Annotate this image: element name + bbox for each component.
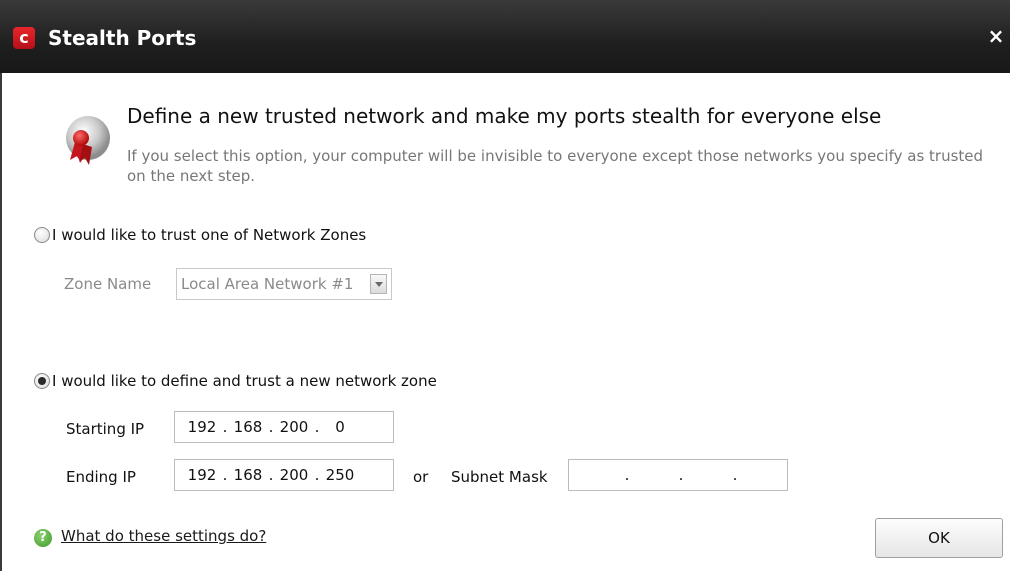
zone-name-label: Zone Name	[64, 275, 152, 293]
ip-separator: .	[268, 466, 274, 484]
ending-ip-octet[interactable]: 168	[231, 466, 265, 484]
chevron-down-icon[interactable]	[370, 274, 387, 294]
close-button[interactable]: ×	[986, 24, 1006, 48]
ending-ip-octet[interactable]: 250	[323, 466, 357, 484]
or-label: or	[413, 468, 429, 486]
question-icon[interactable]: ?	[34, 529, 52, 547]
header-title: Define a new trusted network and make my…	[127, 104, 882, 128]
subnet-mask-label: Subnet Mask	[451, 468, 548, 486]
ip-separator: .	[222, 418, 228, 436]
ip-separator: .	[314, 466, 320, 484]
define-new-zone-option[interactable]: I would like to define and trust a new n…	[34, 372, 437, 390]
ip-separator: .	[222, 466, 228, 484]
zone-name-value: Local Area Network #1	[181, 275, 354, 293]
ok-button[interactable]: OK	[875, 518, 1003, 558]
starting-ip-octet[interactable]: 0	[323, 418, 357, 436]
title-bar: c Stealth Ports ×	[0, 0, 1010, 73]
ip-separator: .	[624, 466, 630, 484]
subnet-mask-field[interactable]: . . .	[568, 459, 788, 491]
ending-ip-octet[interactable]: 192	[185, 466, 219, 484]
badge-icon	[66, 116, 110, 165]
starting-ip-octet[interactable]: 200	[277, 418, 311, 436]
stealth-ports-dialog: c Stealth Ports × Define a new trusted n…	[0, 0, 1010, 571]
help-link[interactable]: What do these settings do?	[61, 527, 266, 545]
starting-ip-label: Starting IP	[66, 420, 145, 438]
ip-separator: .	[732, 466, 738, 484]
ip-separator: .	[678, 466, 684, 484]
zone-name-select[interactable]: Local Area Network #1	[176, 268, 392, 300]
header-description: If you select this option, your computer…	[127, 147, 984, 185]
window-left-border	[0, 73, 2, 571]
starting-ip-octet[interactable]: 168	[231, 418, 265, 436]
trust-network-zone-radio[interactable]	[34, 227, 50, 243]
ip-separator: .	[268, 418, 274, 436]
starting-ip-octet[interactable]: 192	[185, 418, 219, 436]
trust-network-zone-option[interactable]: I would like to trust one of Network Zon…	[34, 226, 366, 244]
define-new-zone-radio[interactable]	[34, 373, 50, 389]
ip-separator: .	[314, 418, 320, 436]
define-new-zone-label: I would like to define and trust a new n…	[52, 372, 437, 390]
app-logo-icon: c	[13, 27, 35, 49]
trust-network-zone-label: I would like to trust one of Network Zon…	[52, 226, 367, 244]
ending-ip-octet[interactable]: 200	[277, 466, 311, 484]
window-title: Stealth Ports	[48, 26, 197, 50]
ending-ip-field[interactable]: 192 . 168 . 200 . 250	[174, 459, 394, 491]
starting-ip-field[interactable]: 192 . 168 . 200 . 0	[174, 411, 394, 443]
ending-ip-label: Ending IP	[66, 468, 136, 486]
